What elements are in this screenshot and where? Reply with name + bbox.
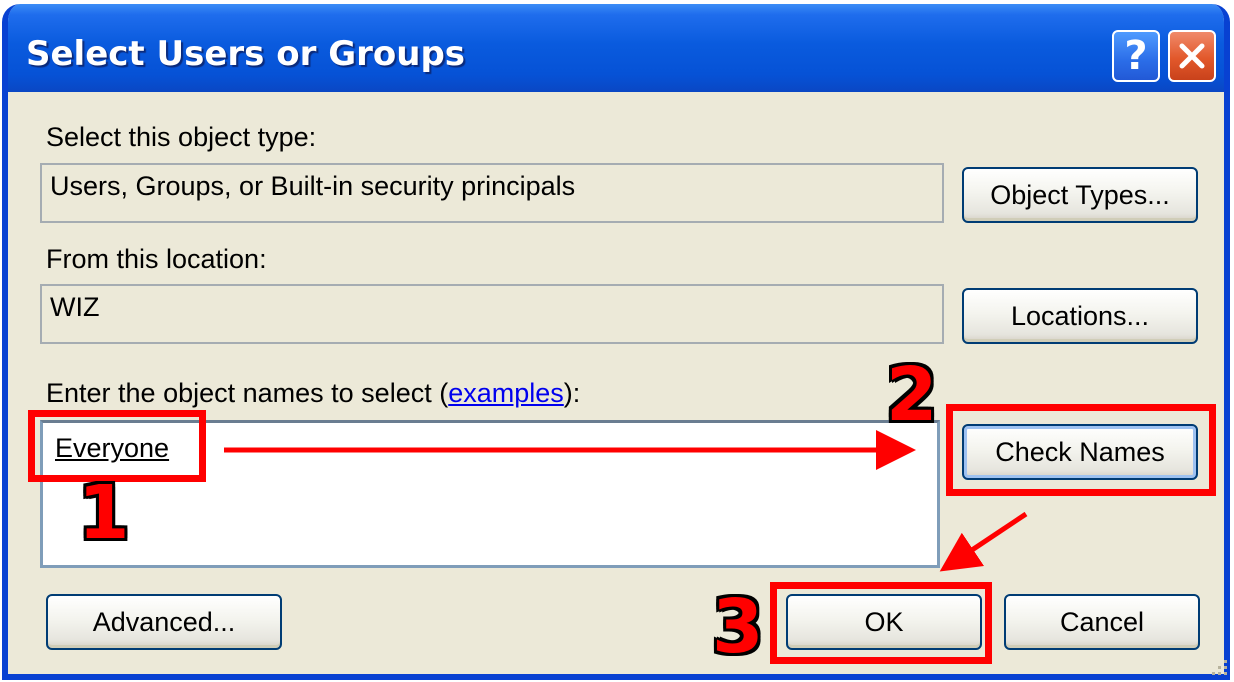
step-2-number: 2 — [886, 352, 938, 438]
window-title: Select Users or Groups — [26, 34, 466, 74]
help-button[interactable]: ? — [1112, 30, 1160, 82]
ok-button[interactable]: OK — [786, 594, 982, 650]
check-names-button[interactable]: Check Names — [962, 424, 1198, 480]
close-button[interactable] — [1168, 30, 1216, 82]
resize-grip-icon[interactable] — [1206, 654, 1230, 678]
location-field: WIZ — [40, 284, 944, 344]
cancel-button[interactable]: Cancel — [1004, 594, 1200, 650]
close-icon — [1179, 43, 1205, 69]
object-names-label-suffix: ): — [563, 378, 581, 408]
advanced-button[interactable]: Advanced... — [46, 594, 282, 650]
help-icon: ? — [1124, 33, 1148, 79]
object-type-field: Users, Groups, or Built-in security prin… — [40, 163, 944, 223]
step-1-number: 1 — [78, 470, 130, 556]
object-names-label: Enter the object names to select (exampl… — [46, 378, 580, 409]
locations-button[interactable]: Locations... — [962, 288, 1198, 344]
title-bar[interactable]: Select Users or Groups ? — [8, 4, 1224, 92]
examples-link[interactable]: examples — [448, 378, 564, 408]
object-types-button[interactable]: Object Types... — [962, 167, 1198, 223]
object-type-label: Select this object type: — [46, 122, 317, 152]
location-label: From this location: — [46, 244, 267, 274]
object-names-label-prefix: Enter the object names to select ( — [46, 378, 449, 408]
step-3-number: 3 — [712, 584, 764, 670]
entered-object-name[interactable]: Everyone — [55, 433, 169, 464]
object-names-input[interactable]: Everyone — [40, 420, 940, 568]
